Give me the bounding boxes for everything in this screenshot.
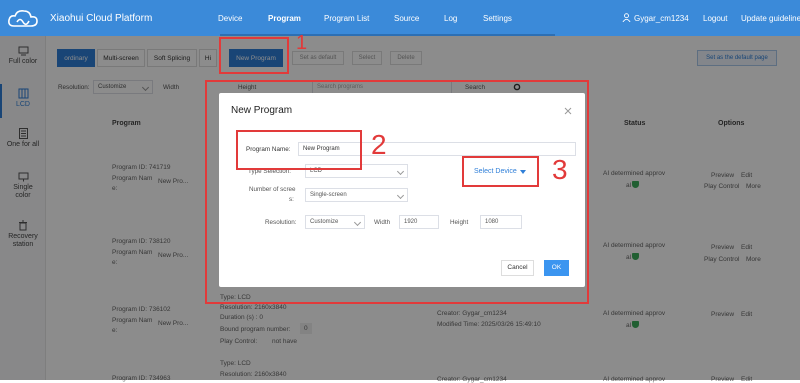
cloud-logo-icon [8, 10, 38, 27]
number-of-screens-label: Number of scree [249, 186, 296, 193]
nav-program[interactable]: Program [268, 14, 301, 23]
top-navigation-bar: Xiaohui Cloud Platform Device Program Pr… [0, 0, 800, 36]
chevron-down-icon [353, 218, 362, 227]
height-value: 1080 [485, 219, 499, 225]
resolution-value: Customize [310, 219, 339, 225]
height-label: Height [450, 219, 469, 226]
nav-program-list[interactable]: Program List [324, 14, 369, 23]
new-program-dialog: New Program Program Name: New Program Ty… [219, 93, 585, 287]
update-guidelines-link[interactable]: Update guidelines [741, 14, 800, 23]
chevron-down-icon [396, 191, 405, 200]
nav-log[interactable]: Log [444, 14, 457, 23]
nav-settings[interactable]: Settings [483, 14, 512, 23]
nav-device[interactable]: Device [218, 14, 242, 23]
number-of-screens-label-cont: s: [289, 196, 294, 203]
dialog-title: New Program [231, 105, 293, 116]
logout-link[interactable]: Logout [703, 14, 727, 23]
number-of-screens-value: Single-screen [310, 192, 347, 198]
close-icon[interactable] [564, 107, 572, 115]
annotation-box-3 [462, 156, 539, 187]
resolution-select[interactable]: Customize [305, 215, 365, 229]
cancel-button[interactable]: Cancel [501, 260, 534, 276]
width-value: 1920 [404, 219, 418, 225]
user-icon [622, 13, 631, 22]
annotation-number-3: 3 [552, 154, 568, 185]
annotation-box-2 [236, 130, 362, 170]
number-of-screens-select[interactable]: Single-screen [305, 188, 408, 202]
app-title: Xiaohui Cloud Platform [50, 13, 153, 24]
width-input[interactable]: 1920 [399, 215, 439, 229]
user-name[interactable]: Gygar_cm1234 [634, 14, 689, 23]
annotation-number-2: 2 [371, 129, 387, 160]
chevron-down-icon [396, 167, 405, 176]
annotation-number-1: 1 [296, 32, 308, 54]
height-input[interactable]: 1080 [480, 215, 522, 229]
resolution-label: Resolution: [265, 219, 297, 226]
annotation-box-1 [219, 37, 289, 74]
width-label: Width [374, 219, 391, 226]
ok-button[interactable]: OK [544, 260, 569, 276]
nav-source[interactable]: Source [394, 14, 419, 23]
